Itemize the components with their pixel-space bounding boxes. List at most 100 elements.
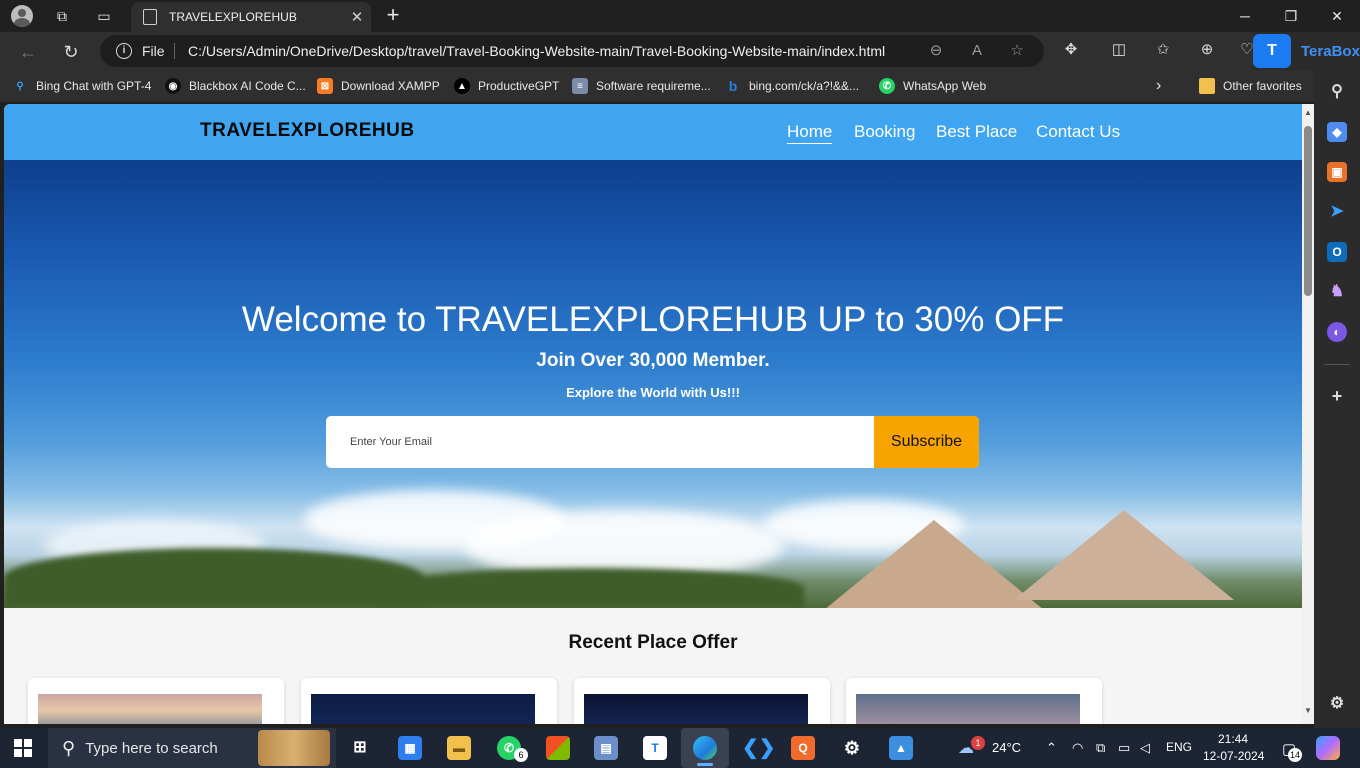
favorite-label: bing.com/ck/a?!&&... — [749, 79, 860, 93]
scroll-thumb[interactable] — [1304, 126, 1312, 296]
taskbar-search[interactable]: ⚲ Type here to search — [48, 728, 336, 768]
favorite-item[interactable]: ≡ Software requireme... — [572, 78, 711, 94]
close-window-button[interactable]: ✕ — [1314, 0, 1360, 32]
outlook-icon[interactable]: O — [1327, 242, 1347, 262]
back-button[interactable]: ← — [15, 39, 41, 65]
network-icon[interactable]: ◠ — [1072, 740, 1083, 756]
address-bar[interactable]: i File C:/Users/Admin/OneDrive/Desktop/t… — [100, 35, 1044, 67]
terabox-app-icon[interactable]: T — [643, 736, 667, 760]
section-title: Recent Place Offer — [568, 632, 738, 653]
card-image — [584, 694, 808, 724]
place-card[interactable] — [846, 678, 1102, 724]
read-aloud-icon[interactable]: A — [967, 41, 987, 61]
collections-icon[interactable]: ⊕ — [1196, 39, 1218, 61]
send-icon[interactable]: ➤ — [1327, 202, 1347, 222]
qbittorrent-icon[interactable]: Q — [791, 736, 815, 760]
weather-badge: 1 — [971, 736, 985, 750]
temperature-label[interactable]: 24°C — [992, 740, 1021, 755]
subscribe-button[interactable]: Subscribe — [874, 416, 979, 468]
workspaces-icon[interactable]: ⧉ — [50, 4, 74, 28]
page-favicon-icon — [143, 9, 157, 25]
place-card[interactable] — [574, 678, 830, 724]
copilot-icon[interactable]: ◐ — [1327, 322, 1347, 342]
search-icon[interactable]: ⚲ — [1327, 82, 1347, 102]
terabox-logo-icon: T — [1253, 34, 1291, 68]
battery-icon[interactable]: ▭ — [1118, 740, 1130, 756]
card-image — [311, 694, 535, 724]
new-tab-button[interactable]: + — [380, 3, 406, 29]
hero-banner: Welcome to TRAVELEXPLOREHUB UP to 30% OF… — [4, 160, 1302, 608]
minimize-button[interactable]: ─ — [1222, 0, 1268, 32]
profile-avatar-icon[interactable] — [10, 4, 34, 28]
store-icon[interactable] — [546, 736, 570, 760]
favorite-item[interactable]: ⊠ Download XAMPP — [317, 78, 440, 94]
shopping-tag-icon[interactable]: ◆ — [1327, 122, 1347, 142]
nav-booking[interactable]: Booking — [854, 122, 915, 142]
task-view-icon[interactable]: ⊞ — [348, 736, 372, 760]
favorites-bar: ⚲ Bing Chat with GPT-4 ◉ Blackbox AI Code … — [0, 70, 1360, 102]
sidebar-divider — [1324, 364, 1350, 365]
refresh-button[interactable]: ↻ — [58, 39, 84, 65]
more-favorites-chevron-icon[interactable]: › — [1156, 77, 1161, 94]
favorite-item[interactable]: ▲ ProductiveGPT — [454, 78, 559, 94]
edge-browser-icon[interactable] — [693, 736, 717, 760]
place-card[interactable] — [301, 678, 557, 724]
favorite-item[interactable]: ⚲ Bing Chat with GPT-4 — [12, 78, 151, 94]
clock-time[interactable]: 21:44 — [1218, 732, 1248, 746]
favorite-label: Bing Chat with GPT-4 — [36, 79, 152, 93]
favorites-icon[interactable]: ✩ — [1152, 39, 1174, 61]
place-card[interactable] — [28, 678, 284, 724]
nav-contact-us[interactable]: Contact Us — [1036, 122, 1120, 142]
zoom-icon[interactable]: ⊖ — [926, 41, 946, 61]
copilot-taskbar-icon[interactable] — [1316, 736, 1340, 760]
vscode-icon[interactable]: ❮❯ — [742, 736, 776, 760]
show-hidden-icons-chevron-icon[interactable]: ⌃ — [1046, 740, 1057, 756]
settings-gear-icon[interactable]: ⚙ — [840, 736, 864, 760]
browser-tab-active[interactable]: TRAVELEXPLOREHUB ✕ — [131, 2, 371, 32]
whatsapp-icon: ✆ — [879, 78, 895, 94]
site-logo[interactable]: TRAVELEXPLOREHUB — [200, 120, 415, 142]
terabox-extension[interactable]: T TeraBox — [1253, 32, 1360, 70]
add-icon[interactable]: + — [1327, 386, 1347, 406]
favorite-label: Download XAMPP — [341, 79, 440, 93]
favorite-star-icon[interactable]: ☆ — [1007, 41, 1027, 61]
photos-icon[interactable]: ▲ — [889, 736, 913, 760]
favorite-item[interactable]: ✆ WhatsApp Web — [879, 78, 986, 94]
close-tab-icon[interactable]: ✕ — [343, 8, 371, 26]
bing-icon: b — [728, 78, 738, 94]
other-favorites[interactable]: Other favorites — [1199, 78, 1302, 94]
extensions-icon[interactable]: ✥ — [1060, 39, 1082, 61]
volume-icon[interactable]: ◁ — [1140, 740, 1150, 756]
hero-pyramid — [1014, 510, 1234, 600]
control-panel-icon[interactable]: ▤ — [594, 736, 618, 760]
tools-briefcase-icon[interactable]: ▣ — [1327, 162, 1347, 182]
settings-gear-icon[interactable]: ⚙ — [1327, 694, 1347, 714]
url-divider — [174, 43, 175, 59]
restore-button[interactable]: ❐ — [1268, 0, 1314, 32]
other-favorites-label: Other favorites — [1223, 79, 1302, 93]
scroll-up-icon[interactable]: ▲ — [1303, 108, 1313, 118]
nav-home[interactable]: Home — [787, 122, 833, 144]
subscribe-form: Subscribe — [326, 416, 979, 468]
file-explorer-icon[interactable]: ▬ — [447, 736, 471, 760]
start-button-icon[interactable] — [14, 739, 32, 757]
scroll-down-icon[interactable]: ▼ — [1303, 706, 1313, 716]
folder-icon — [1199, 78, 1215, 94]
windows-taskbar: ⚲ Type here to search ⊞ ▦ ▬ ✆ 6 ▤ T ❮❯ Q… — [0, 728, 1360, 768]
favorite-item[interactable]: b bing.com/ck/a?!&&... — [725, 78, 859, 94]
tab-actions-icon[interactable]: ▭ — [92, 4, 116, 28]
favorite-item[interactable]: ◉ Blackbox AI Code C... — [165, 78, 306, 94]
terabox-label: TeraBox — [1301, 42, 1360, 60]
link-icon[interactable]: ⧉ — [1096, 740, 1105, 756]
split-screen-icon[interactable]: ◫ — [1108, 39, 1130, 61]
language-label[interactable]: ENG — [1166, 740, 1192, 754]
nav-best-place[interactable]: Best Place — [936, 122, 1017, 142]
calendar-app-icon[interactable]: ▦ — [398, 736, 422, 760]
clock-date[interactable]: 12-07-2024 — [1203, 749, 1264, 763]
games-icon[interactable]: ♞ — [1327, 282, 1347, 302]
email-input[interactable] — [326, 416, 874, 468]
site-info-icon[interactable]: i — [116, 43, 132, 59]
page-scrollbar[interactable]: ▲ ▼ — [1302, 104, 1314, 724]
url-text[interactable]: C:/Users/Admin/OneDrive/Desktop/travel/T… — [188, 43, 885, 59]
hero-pyramid — [824, 520, 1044, 608]
